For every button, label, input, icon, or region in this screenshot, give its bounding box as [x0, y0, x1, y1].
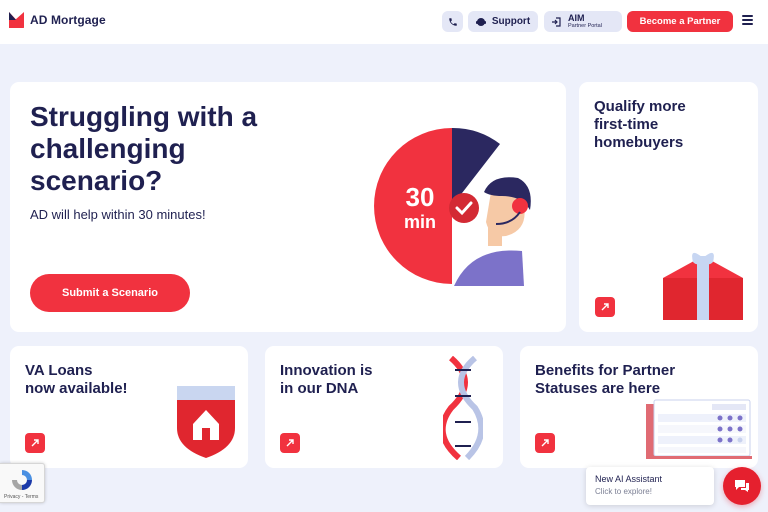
menu-icon[interactable]: [742, 15, 753, 25]
innovation-dna-card[interactable]: Innovation is in our DNA: [265, 346, 503, 468]
qualify-homebuyers-card[interactable]: Qualify more first-time homebuyers: [579, 82, 758, 332]
qualify-arrow-button[interactable]: [595, 297, 615, 317]
ai-assistant-popup[interactable]: New AI Assistant Click to explore!: [586, 467, 714, 505]
hero-card: Struggling with a challenging scenario? …: [10, 82, 566, 332]
hero-subtitle: AD will help within 30 minutes!: [30, 207, 206, 222]
chat-icon: [735, 480, 749, 492]
hero-title: Struggling with a challenging scenario?: [30, 101, 258, 196]
benefits-card-title: Benefits for Partner Statuses are here: [535, 362, 676, 397]
phone-button[interactable]: [442, 11, 463, 32]
become-partner-button[interactable]: Become a Partner: [627, 11, 733, 32]
recaptcha-icon: [12, 470, 32, 490]
logo-text: AD Mortgage: [30, 13, 106, 27]
login-icon: [552, 16, 561, 27]
arrow-up-right-icon: [286, 439, 294, 447]
qualify-card-title: Qualify more first-time homebuyers: [594, 98, 686, 151]
arrow-up-right-icon: [31, 439, 39, 447]
site-header: AD Mortgage Support AIM Partner Portal B…: [0, 0, 768, 44]
logo[interactable]: AD Mortgage: [9, 12, 106, 28]
submit-scenario-button[interactable]: Submit a Scenario: [30, 274, 190, 312]
assistant-title: New AI Assistant: [595, 474, 663, 484]
support-button[interactable]: Support: [468, 11, 538, 32]
benefits-arrow-button[interactable]: [535, 433, 555, 453]
timer-number: 30: [406, 182, 435, 212]
arrow-up-right-icon: [601, 303, 609, 311]
arrow-up-right-icon: [541, 439, 549, 447]
va-arrow-button[interactable]: [25, 433, 45, 453]
timer-unit: min: [404, 212, 436, 232]
phone-icon: [448, 17, 457, 26]
aim-text: AIM Partner Portal: [568, 12, 602, 30]
recaptcha-badge[interactable]: Privacy - Terms: [0, 463, 45, 503]
va-card-title: VA Loans now available!: [25, 362, 128, 397]
thirty-minute-timer-illustration: 30 min: [374, 127, 531, 286]
benefits-table-illustration: [646, 399, 752, 459]
aim-subtitle: Partner Portal: [568, 22, 602, 29]
dna-card-title: Innovation is in our DNA: [280, 362, 373, 397]
gift-house-illustration: [663, 252, 743, 320]
support-icon: [475, 17, 486, 26]
va-shield-illustration: [177, 386, 235, 458]
aim-partner-portal-button[interactable]: AIM Partner Portal: [544, 11, 622, 32]
chat-button[interactable]: [723, 467, 761, 505]
dna-helix-illustration: [443, 356, 483, 460]
recaptcha-links[interactable]: Privacy - Terms: [4, 494, 38, 500]
dna-arrow-button[interactable]: [280, 433, 300, 453]
aim-title: AIM: [568, 12, 585, 23]
support-label: Support: [491, 16, 531, 27]
va-loans-card[interactable]: VA Loans now available!: [10, 346, 248, 468]
partner-benefits-card[interactable]: Benefits for Partner Statuses are here: [520, 346, 758, 468]
logo-icon: [9, 12, 24, 28]
assistant-subtitle: Click to explore!: [595, 487, 652, 496]
